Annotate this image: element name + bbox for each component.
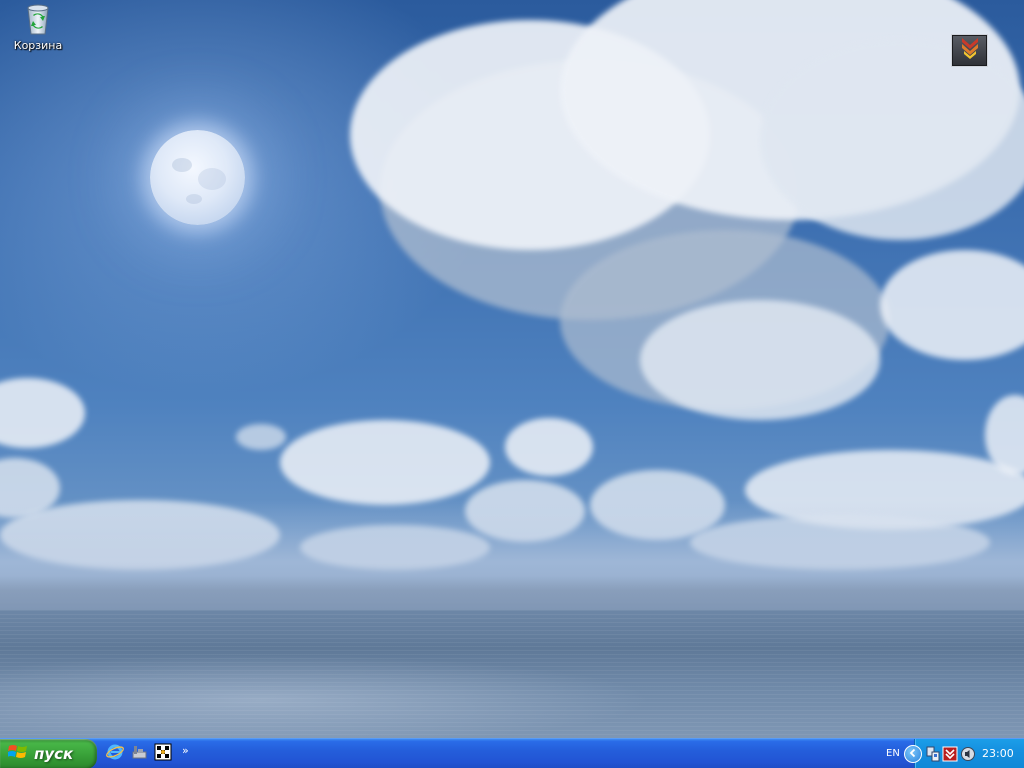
sea-sheen [0,640,1024,738]
start-label: пуск [34,745,74,763]
quick-launch-app[interactable] [152,743,174,765]
cloud [236,424,286,450]
quick-launch-internet-explorer[interactable] [104,743,126,765]
cloud [760,40,1024,240]
internet-explorer-icon [106,743,124,766]
tray-network[interactable] [925,746,941,762]
clock[interactable]: 23:00 [982,747,1014,760]
cloud [640,300,880,420]
moon [150,130,245,225]
recycle-bin-icon [22,2,54,36]
language-indicator[interactable]: EN [886,748,900,759]
start-button[interactable]: пуск [0,739,97,768]
cloud [280,420,490,505]
cloud [505,418,593,476]
windows-logo-icon [7,743,28,766]
expand-tray-icon [908,745,918,763]
desktop-icon-recycle-bin[interactable]: Корзина [0,2,76,52]
tray-volume[interactable] [960,746,976,762]
network-icon [925,746,941,766]
tray-expand-button[interactable] [904,745,922,763]
quick-launch-more[interactable]: » [182,744,189,757]
desktop-icon-label: Корзина [13,39,63,52]
horizon-haze [0,500,1024,612]
quick-launch-show-desktop[interactable] [128,743,150,765]
volume-icon [960,747,976,766]
taskbar[interactable]: пуск » EN 23:00 [0,738,1024,768]
quick-launch-bar: » [104,743,189,765]
tray-antivirus[interactable] [942,746,958,762]
download-arrows-icon [957,36,983,65]
desktop[interactable]: Корзина [0,0,1024,738]
antivirus-icon [942,746,958,766]
download-widget[interactable] [951,34,988,67]
app-icon [154,743,172,766]
show-desktop-icon [130,743,148,766]
